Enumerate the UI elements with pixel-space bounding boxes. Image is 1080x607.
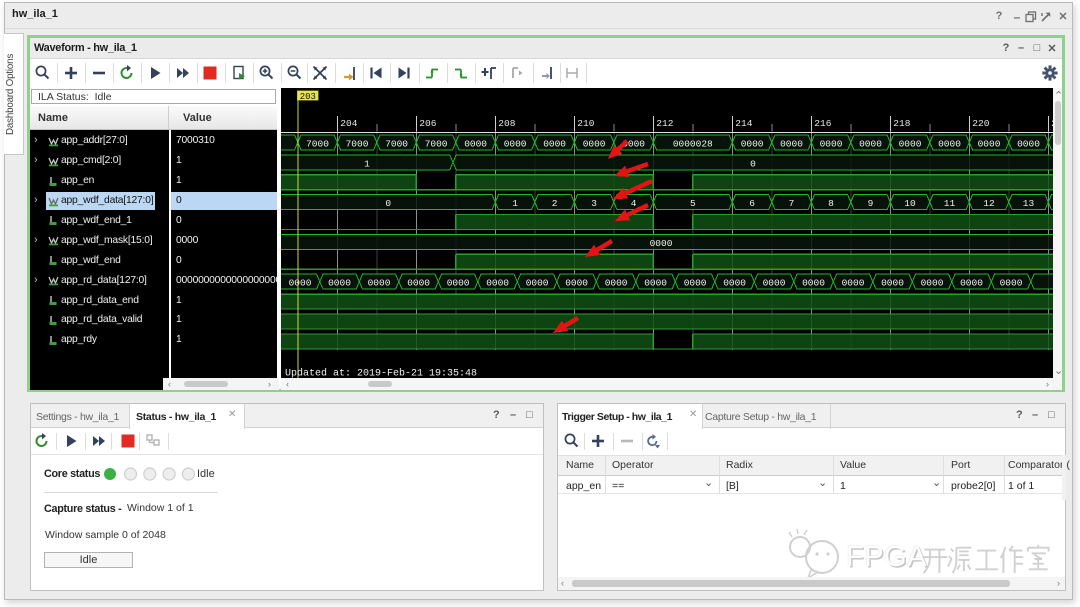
svg-text:0: 0: [750, 158, 756, 169]
svg-text:0000: 0000: [526, 278, 549, 289]
svg-text:7: 7: [789, 198, 795, 209]
svg-text:0: 0: [385, 198, 391, 209]
svg-text:3: 3: [591, 198, 597, 209]
svg-text:0000: 0000: [820, 138, 843, 149]
svg-text:0000: 0000: [328, 278, 351, 289]
svg-text:0000: 0000: [684, 278, 707, 289]
svg-text:0000: 0000: [978, 138, 1001, 149]
svg-text:0000028: 0000028: [673, 138, 713, 149]
svg-text:Updated at: 2019-Feb-21 19:35:: Updated at: 2019-Feb-21 19:35:48: [285, 368, 477, 379]
svg-text:9: 9: [868, 198, 874, 209]
svg-text:7000: 7000: [346, 138, 369, 149]
svg-text:10: 10: [904, 198, 916, 209]
svg-text:2: 2: [552, 198, 558, 209]
svg-text:0000: 0000: [899, 138, 922, 149]
svg-text:4: 4: [631, 198, 637, 209]
svg-text:0000: 0000: [780, 138, 803, 149]
svg-text:0000: 0000: [565, 278, 588, 289]
svg-text:203: 203: [300, 92, 316, 102]
svg-text:1: 1: [364, 158, 370, 169]
svg-text:0000: 0000: [741, 138, 764, 149]
svg-text:212: 212: [656, 118, 673, 129]
svg-text:0000: 0000: [368, 278, 391, 289]
svg-text:0000: 0000: [486, 278, 509, 289]
svg-text:0000: 0000: [605, 278, 628, 289]
svg-text:0000: 0000: [842, 278, 865, 289]
svg-text:0000: 0000: [504, 138, 527, 149]
svg-text:7000: 7000: [306, 138, 329, 149]
svg-text:210: 210: [577, 118, 594, 129]
svg-text:0000: 0000: [881, 278, 904, 289]
svg-text:0000: 0000: [1017, 138, 1040, 149]
svg-text:7000: 7000: [385, 138, 408, 149]
svg-text:0000: 0000: [464, 138, 487, 149]
svg-text:0000: 0000: [1000, 278, 1023, 289]
svg-text:216: 216: [814, 118, 831, 129]
svg-text:8: 8: [828, 198, 834, 209]
svg-text:1: 1: [512, 198, 518, 209]
svg-text:0000: 0000: [447, 278, 470, 289]
svg-text:6: 6: [749, 198, 755, 209]
svg-text:13: 13: [1023, 198, 1035, 209]
svg-text:0000: 0000: [644, 278, 667, 289]
svg-text:11: 11: [944, 198, 956, 209]
svg-text:0000: 0000: [859, 138, 882, 149]
svg-text:12: 12: [983, 198, 995, 209]
svg-text:0000: 0000: [543, 138, 566, 149]
svg-text:7000: 7000: [425, 138, 448, 149]
svg-text:0000: 0000: [763, 278, 786, 289]
svg-text:208: 208: [498, 118, 515, 129]
svg-text:220: 220: [972, 118, 989, 129]
svg-text:0000: 0000: [289, 278, 312, 289]
svg-text:0000: 0000: [960, 278, 983, 289]
svg-text:0000: 0000: [921, 278, 944, 289]
svg-text:0000: 0000: [650, 238, 673, 249]
svg-text:204: 204: [340, 118, 357, 129]
svg-text:0000: 0000: [407, 278, 430, 289]
svg-text:5: 5: [690, 198, 696, 209]
svg-text:0000: 0000: [938, 138, 961, 149]
svg-text:206: 206: [419, 118, 436, 129]
svg-text:0000: 0000: [583, 138, 606, 149]
svg-text:218: 218: [893, 118, 910, 129]
svg-text:0000: 0000: [723, 278, 746, 289]
svg-text:0000: 0000: [802, 278, 825, 289]
svg-text:214: 214: [735, 118, 752, 129]
